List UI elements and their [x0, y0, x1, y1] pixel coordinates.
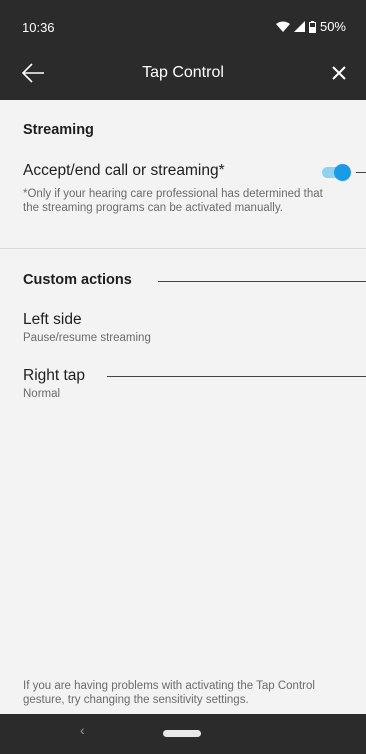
status-icons: 50% [275, 19, 346, 34]
right-tap-value: Normal [23, 388, 61, 400]
toggle-callout-line [356, 172, 366, 173]
nav-home-pill[interactable] [163, 730, 201, 737]
close-icon [332, 66, 346, 80]
streaming-heading: Streaming [23, 122, 94, 138]
streaming-toggle-label: Accept/end call or streaming* [23, 162, 225, 179]
status-bar: 10:36 50% [0, 0, 366, 48]
right-tap-callout-line [107, 376, 366, 377]
close-button[interactable] [328, 62, 350, 86]
app-bar: Tap Control [0, 48, 366, 100]
battery-level: 50% [319, 19, 346, 34]
left-side-title: Left side [23, 311, 82, 328]
custom-actions-heading: Custom actions [23, 272, 132, 288]
streaming-note: *Only if your hearing care professional … [23, 188, 323, 214]
page-title: Tap Control [142, 64, 224, 81]
nav-back-icon[interactable]: ‹ [80, 722, 85, 738]
status-time: 10:36 [22, 20, 55, 35]
left-side-value: Pause/resume streaming [23, 332, 151, 344]
navigation-bar: ‹ [0, 714, 366, 754]
battery-icon [308, 20, 316, 33]
wifi-icon [275, 21, 290, 32]
footer-note: If you are having problems with activati… [23, 680, 315, 706]
streaming-section: Streaming Accept/end call or streaming* … [0, 100, 366, 249]
right-tap-title: Right tap [23, 367, 86, 384]
streaming-toggle[interactable] [322, 164, 352, 181]
signal-icon [293, 21, 305, 32]
toggle-thumb [334, 164, 351, 181]
custom-actions-callout-line [158, 281, 366, 282]
